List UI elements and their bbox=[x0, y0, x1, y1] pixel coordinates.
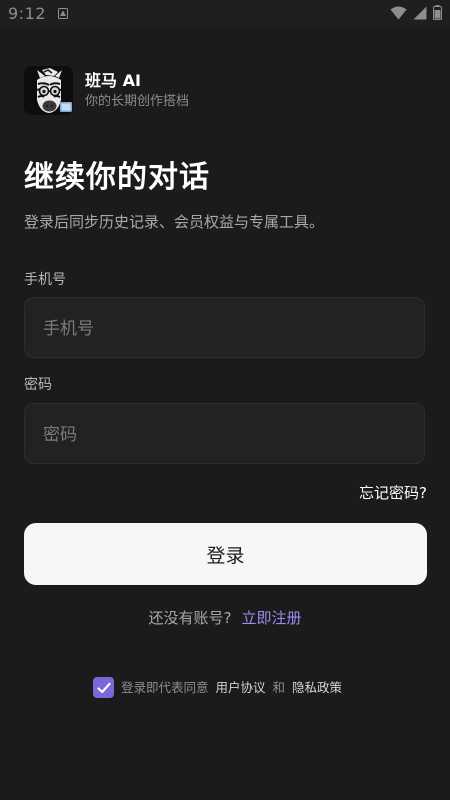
app-name: 班马 AI bbox=[85, 71, 141, 90]
agreement-prefix: 登录即代表同意 bbox=[121, 679, 209, 695]
app-tagline: 你的长期创作搭档 bbox=[85, 94, 190, 109]
password-label: 密码 bbox=[24, 377, 52, 393]
notification-icon bbox=[58, 8, 68, 19]
page-title: 继续你的对话 bbox=[24, 160, 210, 195]
password-input[interactable] bbox=[41, 404, 405, 465]
status-bar: 9:12 bbox=[0, 0, 450, 28]
checkmark-icon bbox=[96, 682, 111, 693]
agree-checkbox[interactable] bbox=[93, 677, 114, 698]
page-subtitle: 登录后同步历史记录、会员权益与专属工具。 bbox=[24, 213, 325, 231]
phone-field-box bbox=[24, 297, 425, 359]
brand-header: 班马 AI 你的长期创作搭档 bbox=[24, 66, 189, 115]
login-button[interactable]: 登录 bbox=[24, 523, 427, 585]
status-time: 9:12 bbox=[8, 4, 46, 23]
wifi-icon bbox=[390, 6, 407, 19]
zebra-logo-icon bbox=[24, 66, 73, 115]
agreement-row: 登录即代表同意 用户协议 和 隐私政策 bbox=[93, 677, 349, 698]
password-field-box bbox=[24, 403, 425, 465]
terms-link[interactable]: 用户协议 bbox=[216, 678, 266, 698]
register-prompt: 还没有账号? bbox=[148, 609, 232, 627]
register-link[interactable]: 立即注册 bbox=[241, 609, 301, 627]
signal-icon bbox=[413, 6, 427, 19]
battery-icon bbox=[433, 5, 442, 20]
brand-text: 班马 AI 你的长期创作搭档 bbox=[85, 70, 189, 111]
status-icons bbox=[390, 5, 442, 20]
agreement-and: 和 bbox=[272, 679, 286, 695]
privacy-link[interactable]: 隐私政策 bbox=[292, 678, 342, 698]
phone-label: 手机号 bbox=[24, 272, 66, 288]
register-row: 还没有账号? 立即注册 bbox=[0, 607, 450, 629]
phone-input[interactable] bbox=[41, 298, 405, 359]
forgot-password-link[interactable]: 忘记密码? bbox=[359, 482, 427, 504]
